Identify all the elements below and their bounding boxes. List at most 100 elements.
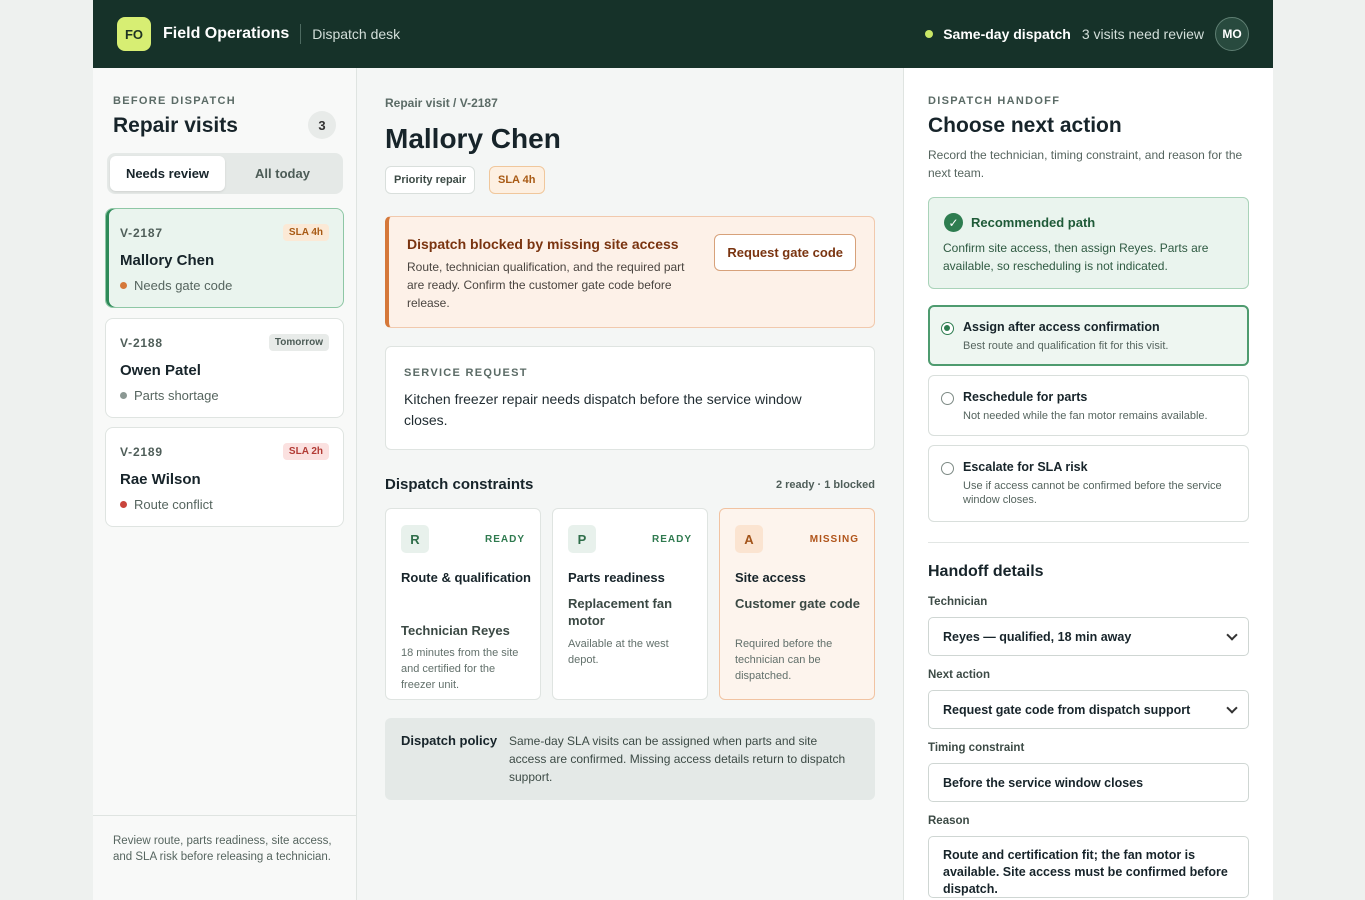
dispatch-mode-status: Same-day dispatch [943,26,1071,42]
constraint-letter: A [735,525,763,553]
constraint-letter: R [401,525,429,553]
service-request-card: SERVICE REQUEST Kitchen freezer repair n… [385,346,875,450]
visit-status: Parts shortage [120,388,219,403]
visit-sla-badge: SLA 4h [282,224,329,241]
tab-needs-review[interactable]: Needs review [110,156,225,191]
option-assign-after-access[interactable]: Assign after access confirmation Best ro… [928,305,1249,366]
visit-id: V-2189 [120,445,163,459]
app: FO Field Operations Dispatch desk Same-d… [93,0,1273,900]
status-dot-icon [925,30,934,38]
constraint-subject: Technician Reyes [401,623,510,638]
constraints-title: Dispatch constraints [385,476,534,493]
visit-status: Needs gate code [120,278,232,293]
constraint-subject: Customer gate code [735,596,860,611]
option-reschedule-for-parts[interactable]: Reschedule for parts Not needed while th… [928,375,1249,436]
technician-select[interactable]: Reyes — qualified, 18 min away [928,617,1249,656]
policy-label: Dispatch policy [401,733,498,748]
visit-customer-name: Mallory Chen [120,252,215,269]
constraint-title: Site access [735,570,806,585]
constraint-description: Required before the technician can be di… [735,638,833,682]
service-request-label: SERVICE REQUEST [404,367,528,379]
breadcrumb-parent[interactable]: Repair visit [385,96,450,110]
option-title: Reschedule for parts [963,390,1088,404]
visit-schedule-badge: Tomorrow [268,334,329,351]
status-dot-icon [120,392,127,399]
sidebar-title: Repair visits [113,114,238,137]
check-icon: ✓ [944,213,963,232]
handoff-details-title: Handoff details [928,563,1044,580]
page-title: Mallory Chen [385,123,561,154]
recommended-title: Recommended path [971,215,1096,230]
breadcrumb-current: V-2187 [459,96,498,110]
handoff-title: Choose next action [928,114,1122,137]
technician-select-value: Reyes — qualified, 18 min away [943,629,1132,644]
reason-textarea[interactable]: Route and certification fit; the fan mot… [928,836,1249,898]
visit-id: V-2188 [120,336,163,350]
radio-icon[interactable] [941,462,954,475]
visit-card-v2187[interactable]: V-2187 SLA 4h Mallory Chen Needs gate co… [105,208,344,308]
sidebar-footer-note: Review route, parts readiness, site acce… [93,815,356,900]
workspace-name: Dispatch desk [312,26,401,42]
request-gate-code-button[interactable]: Request gate code [714,234,856,271]
radio-selected-icon[interactable] [941,322,954,335]
timing-constraint-input[interactable]: Before the service window closes [928,763,1249,802]
constraint-card-route: R READY Route & qualification Technician… [385,508,541,700]
visit-filter-tabs: Needs review All today [107,153,343,194]
visit-customer-name: Owen Patel [120,362,201,379]
constraint-title: Route & qualification [401,570,531,585]
option-description: Best route and qualification fit for thi… [963,340,1169,352]
chevron-down-icon [1226,629,1238,641]
option-title: Assign after access confirmation [963,320,1160,334]
breadcrumb: Repair visit / V-2187 [385,96,498,110]
radio-icon[interactable] [941,392,954,405]
technician-label: Technician [928,596,988,608]
reason-label: Reason [928,815,970,827]
status-dot-icon [120,282,127,289]
next-action-select[interactable]: Request gate code from dispatch support [928,690,1249,729]
alert-body: Route, technician qualification, and the… [407,260,685,310]
visit-customer-name: Rae Wilson [120,471,201,488]
constraint-title: Parts readiness [568,570,665,585]
handoff-description: Record the technician, timing constraint… [928,148,1243,180]
constraint-letter: P [568,525,596,553]
handoff-eyebrow: DISPATCH HANDOFF [928,95,1061,107]
recommended-text: Confirm site access, then assign Reyes. … [943,241,1209,273]
header-status-area: Same-day dispatch 3 visits need review M… [925,17,1249,51]
chevron-down-icon [1226,702,1238,714]
app-logo: FO [117,17,151,51]
visit-id: V-2187 [120,226,163,240]
visit-status-text: Needs gate code [134,278,233,293]
dispatch-handoff-panel: DISPATCH HANDOFF Choose next action Reco… [903,68,1273,900]
visit-status-text: Parts shortage [134,388,219,403]
priority-tag: Priority repair [385,166,476,194]
constraint-description: 18 minutes from the site and certified f… [401,647,519,691]
tab-all-today[interactable]: All today [225,156,340,191]
option-description: Use if access cannot be confirmed before… [963,480,1222,506]
breadcrumb-separator: / [453,96,457,110]
constraint-state: READY [484,534,525,545]
option-title: Escalate for SLA risk [963,460,1088,474]
app-name: Field Operations [163,25,290,42]
alert-title: Dispatch blocked by missing site access [407,236,679,252]
option-description: Not needed while the fan motor remains a… [963,410,1208,422]
constraints-summary: 2 ready · 1 blocked [775,479,875,491]
recommended-path-card: ✓ Recommended path Confirm site access, … [928,197,1249,289]
visit-card-v2189[interactable]: V-2189 SLA 2h Rae Wilson Route conflict [105,427,344,527]
timing-constraint-label: Timing constraint [928,742,1025,754]
review-count: 3 visits need review [1081,26,1204,42]
user-avatar[interactable]: MO [1215,17,1249,51]
status-dot-icon [120,501,127,508]
constraint-state: MISSING [809,534,859,545]
header-divider [300,24,302,44]
sidebar-eyebrow: BEFORE DISPATCH [113,95,236,107]
visit-status-text: Route conflict [134,497,213,512]
visit-detail-panel: Repair visit / V-2187 Mallory Chen Prior… [357,68,903,900]
constraint-card-parts: P READY Parts readiness Replacement fan … [552,508,708,700]
sla-tag: SLA 4h [489,166,545,194]
visit-card-v2188[interactable]: V-2188 Tomorrow Owen Patel Parts shortag… [105,318,344,418]
dispatch-policy-note: Dispatch policy Same-day SLA visits can … [385,718,875,800]
constraint-description: Available at the west depot. [568,638,669,666]
option-escalate-sla-risk[interactable]: Escalate for SLA risk Use if access cann… [928,445,1249,522]
top-bar: FO Field Operations Dispatch desk Same-d… [93,0,1273,68]
section-divider [928,542,1249,543]
